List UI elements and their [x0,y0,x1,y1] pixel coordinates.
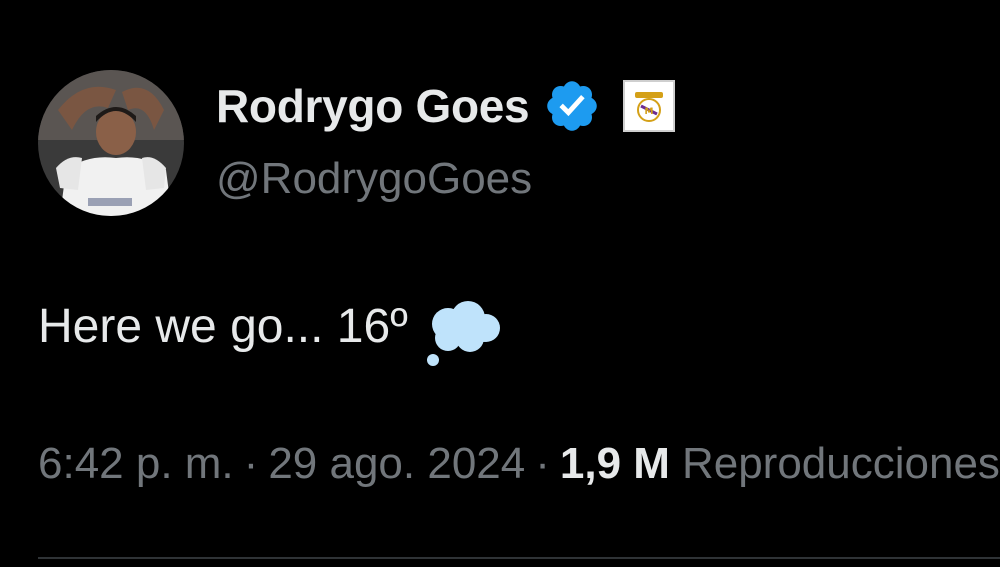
views-label[interactable]: Reproducciones [682,439,1000,489]
author-name-row: Rodrygo Goes M [216,77,676,135]
tweet-body: Here we go... 16º [38,286,504,366]
svg-text:M: M [645,107,654,117]
tweet-card: Rodrygo Goes M @RodrygoGoes Here we go..… [0,0,1000,567]
verified-badge-icon[interactable] [543,77,601,135]
views-count[interactable]: 1,9 M [560,439,670,489]
tweet-date[interactable]: 29 ago. 2024 [268,439,525,489]
divider [38,557,1000,559]
author-handle[interactable]: @RodrygoGoes [216,154,532,204]
tweet-time[interactable]: 6:42 p. m. [38,439,234,489]
author-avatar[interactable] [38,70,184,216]
tweet-meta: 6:42 p. m. · 29 ago. 2024 · 1,9 M Reprod… [38,432,1000,496]
author-display-name[interactable]: Rodrygo Goes [216,79,530,133]
real-madrid-crest-icon[interactable]: M [623,80,676,132]
meta-separator: · [535,439,550,488]
meta-separator: · [243,439,259,488]
thought-balloon-icon [422,298,504,372]
tweet-text: Here we go... 16º [38,299,408,353]
